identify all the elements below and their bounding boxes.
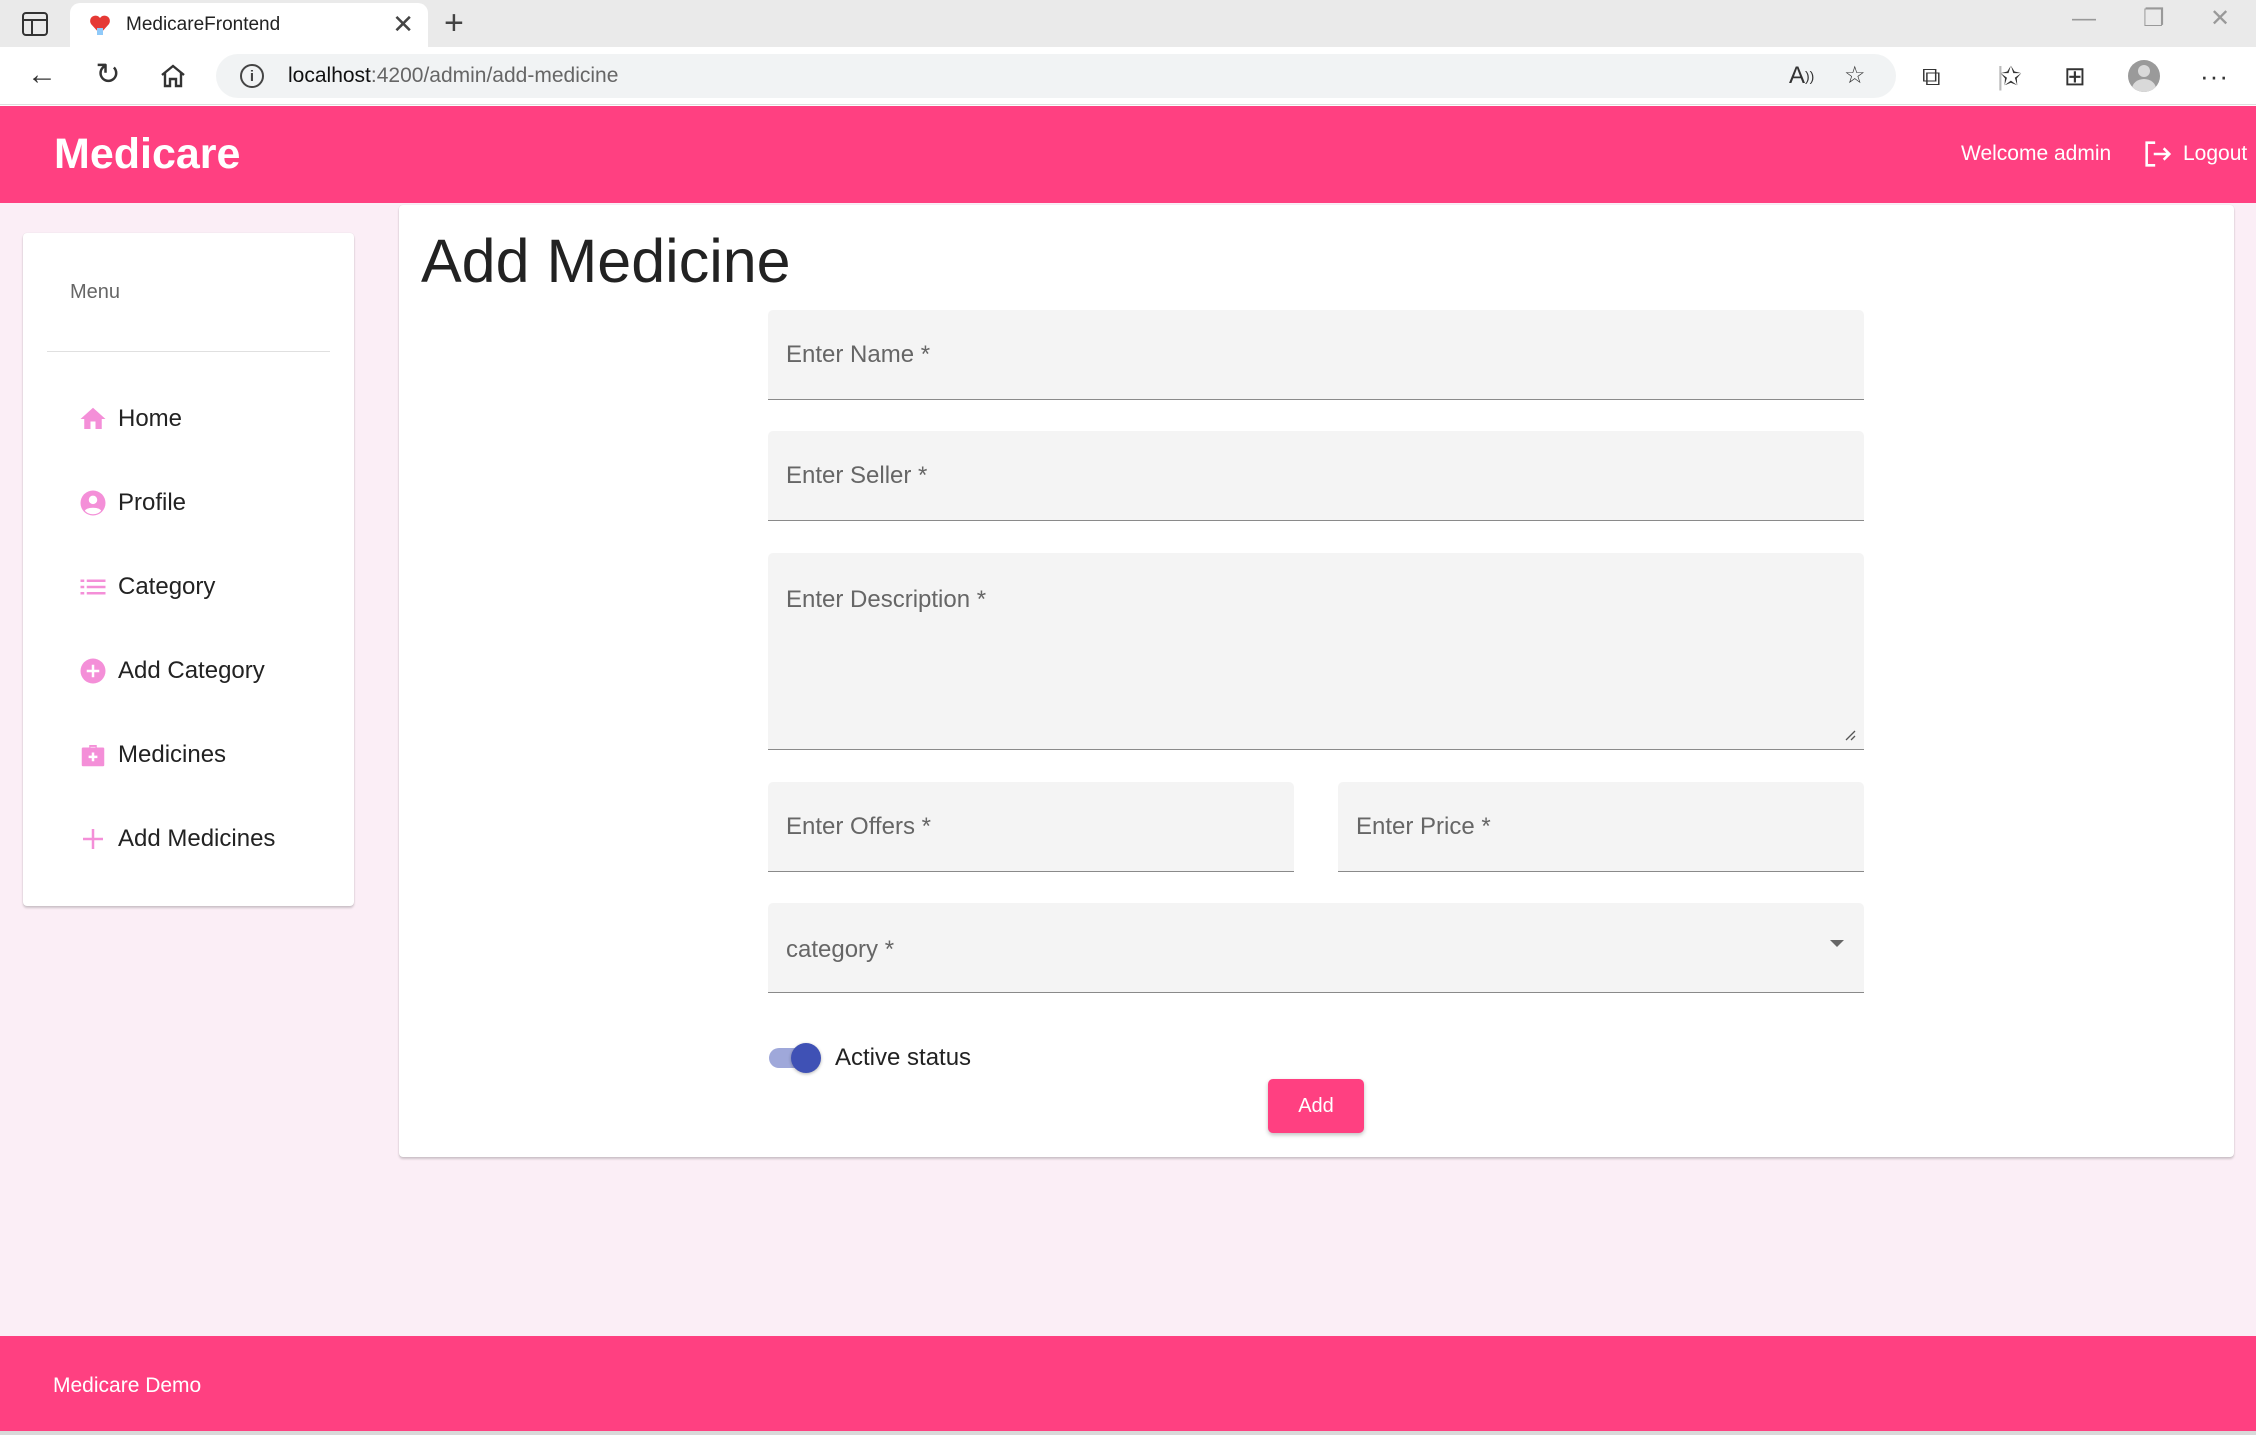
- sidebar-item-profile[interactable]: Profile: [78, 479, 338, 527]
- description-field[interactable]: Enter Description *: [768, 553, 1864, 750]
- profile-icon[interactable]: [2128, 60, 2160, 92]
- dropdown-arrow-icon: [1830, 940, 1844, 947]
- sidebar-menu: Menu Home Profile Category Add Category …: [23, 233, 354, 906]
- medical-bag-icon: [78, 740, 108, 770]
- read-aloud-icon[interactable]: A)): [1789, 62, 1814, 90]
- refresh-icon[interactable]: ↻: [88, 55, 128, 95]
- tab-title: MedicareFrontend: [126, 14, 281, 35]
- new-tab-icon[interactable]: +: [444, 5, 464, 41]
- sidebar-item-label: Home: [118, 405, 183, 432]
- favorite-add-icon[interactable]: ☆: [1844, 62, 1866, 90]
- browser-toolbar: ← ↻ i localhost:4200/admin/add-medicine …: [0, 47, 2256, 105]
- menu-heading: Menu: [70, 281, 121, 303]
- browser-tab[interactable]: MedicareFrontend ✕: [70, 3, 428, 47]
- restore-icon[interactable]: ❐: [2143, 6, 2165, 32]
- footer-text: Medicare Demo: [53, 1374, 202, 1397]
- address-bar[interactable]: i localhost:4200/admin/add-medicine A)) …: [216, 54, 1896, 98]
- sidebar-item-medicines[interactable]: Medicines: [78, 731, 338, 779]
- toggle-thumb[interactable]: [791, 1043, 821, 1073]
- sidebar-item-label: Category: [118, 573, 216, 600]
- url-text[interactable]: localhost:4200/admin/add-medicine: [288, 64, 618, 88]
- sidebar-toggle-icon[interactable]: [22, 12, 48, 36]
- window-bottom-edge: [0, 1431, 2256, 1435]
- plus-icon: [78, 824, 108, 854]
- resize-grip-icon[interactable]: [1844, 729, 1856, 741]
- offers-field[interactable]: Enter Offers *: [768, 782, 1294, 872]
- collections-icon[interactable]: ⊞: [2064, 61, 2086, 91]
- sidebar-item-home[interactable]: Home: [78, 395, 338, 443]
- home-icon: [78, 404, 108, 434]
- browser-tab-strip: MedicareFrontend ✕ + — ❐ ✕: [0, 0, 2256, 47]
- category-select[interactable]: category *: [768, 903, 1864, 993]
- price-field-label: Enter Price *: [1356, 813, 1491, 840]
- sidebar-item-label: Add Category: [118, 657, 265, 684]
- seller-field[interactable]: Enter Seller *: [768, 431, 1864, 521]
- logout-button[interactable]: Logout: [2141, 136, 2247, 172]
- info-icon[interactable]: i: [240, 64, 264, 88]
- sidebar-item-add-category[interactable]: Add Category: [78, 647, 338, 695]
- seller-field-label: Enter Seller *: [786, 462, 928, 489]
- app-footer: Medicare Demo: [0, 1336, 2256, 1431]
- welcome-text: Welcome admin: [1961, 142, 2112, 165]
- sidebar-item-label: Add Medicines: [118, 825, 276, 852]
- category-select-label: category *: [786, 936, 895, 963]
- brand-title[interactable]: Medicare: [54, 130, 240, 179]
- window-close-icon[interactable]: ✕: [2210, 6, 2230, 32]
- more-icon[interactable]: ···: [2200, 61, 2229, 91]
- account-circle-icon: [78, 488, 108, 518]
- active-status-label[interactable]: Active status: [835, 1044, 971, 1072]
- price-field[interactable]: Enter Price *: [1338, 782, 1864, 872]
- home-icon[interactable]: [159, 63, 187, 89]
- add-circle-icon: [78, 656, 108, 686]
- sidebar-item-category[interactable]: Category: [78, 563, 338, 611]
- app-header: Medicare Welcome admin Logout: [0, 106, 2256, 203]
- back-icon[interactable]: ←: [22, 55, 62, 95]
- extensions-icon[interactable]: ⧉: [1922, 61, 1941, 91]
- favorites-icon[interactable]: ✩: [2000, 61, 2022, 91]
- page-title: Add Medicine: [421, 227, 791, 295]
- list-icon: [78, 572, 108, 602]
- name-field[interactable]: Enter Name *: [768, 310, 1864, 400]
- add-button[interactable]: Add: [1268, 1079, 1364, 1133]
- logout-icon: [2145, 141, 2172, 167]
- sidebar-item-label: Medicines: [118, 741, 227, 768]
- close-icon[interactable]: ✕: [392, 11, 414, 37]
- minimize-icon[interactable]: —: [2072, 6, 2096, 32]
- sidebar-item-label: Profile: [118, 489, 187, 516]
- sidebar-item-add-medicines[interactable]: Add Medicines: [78, 815, 338, 863]
- favicon-icon: [90, 15, 110, 35]
- description-field-label: Enter Description *: [786, 586, 987, 613]
- name-field-label: Enter Name *: [786, 341, 931, 368]
- menu-divider: [47, 351, 330, 352]
- offers-field-label: Enter Offers *: [786, 813, 931, 840]
- logout-label: Logout: [2183, 142, 2248, 165]
